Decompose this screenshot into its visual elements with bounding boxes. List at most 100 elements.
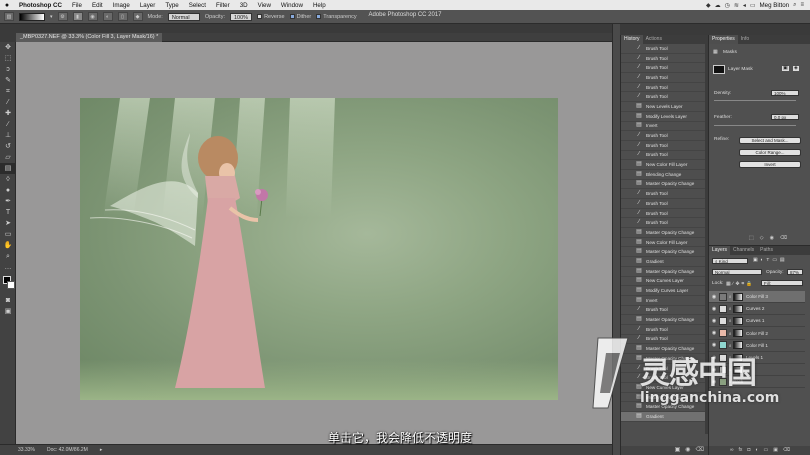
density-input[interactable]: 100%: [771, 90, 799, 96]
pixel-mask-icon[interactable]: ▣: [782, 66, 789, 71]
layer-mask-thumbnail[interactable]: [733, 304, 743, 313]
history-item[interactable]: ∕ Brush Tool: [621, 209, 708, 219]
menu-image[interactable]: Image: [108, 2, 135, 9]
tab-info[interactable]: Info: [738, 35, 752, 44]
history-item[interactable]: ▤ Gradient: [621, 412, 708, 422]
layer-filter-kind[interactable]: ⌕ Kind: [712, 258, 748, 264]
layer-row[interactable]: ◉ 8 Curves 1: [709, 315, 805, 328]
density-slider[interactable]: [714, 100, 796, 101]
tab-history[interactable]: History: [621, 35, 643, 44]
hand-tool-icon[interactable]: ✋: [0, 240, 16, 251]
history-item[interactable]: ▤ Master Opacity Change: [621, 344, 708, 354]
visibility-eye-icon[interactable]: ◉: [709, 367, 719, 373]
menu-help[interactable]: Help: [308, 2, 331, 9]
layer-style-icon[interactable]: fx: [739, 446, 743, 455]
menu-filter[interactable]: Filter: [211, 2, 235, 9]
camera-snapshot-icon[interactable]: ◉: [685, 446, 690, 455]
history-item[interactable]: ∕ Brush Tool: [621, 335, 708, 345]
photo-canvas[interactable]: [80, 98, 558, 400]
mode-select[interactable]: Normal: [167, 12, 200, 21]
layer-row[interactable]: ◉ 8 Color Fill 3: [709, 291, 805, 303]
layer-row[interactable]: ◉ 8: [709, 364, 805, 377]
group-folder-icon[interactable]: ▭: [763, 446, 768, 455]
gradient-settings-icon[interactable]: ⚙: [57, 12, 68, 21]
menu-layer[interactable]: Layer: [135, 2, 160, 9]
layer-thumbnail[interactable]: [719, 316, 727, 325]
history-item[interactable]: ▤ Modify Curves Layer: [621, 286, 708, 296]
menu-view[interactable]: View: [253, 2, 276, 9]
feather-slider[interactable]: [714, 125, 796, 126]
menubar-user[interactable]: Meg Bitton: [760, 2, 790, 9]
document-tab[interactable]: _MBP0327.NEF @ 33.3% (Color Fill 3, Laye…: [16, 33, 163, 42]
crop-tool-icon[interactable]: ⌗: [0, 86, 16, 97]
brush-tool-icon[interactable]: ∕: [0, 119, 16, 130]
history-item[interactable]: ∕ Brush Tool: [621, 189, 708, 199]
history-item[interactable]: ▤ Master Opacity Change: [621, 315, 708, 325]
menu-3d[interactable]: 3D: [235, 2, 253, 9]
status-chevron-icon[interactable]: ▸: [100, 447, 103, 453]
more-tools-icon[interactable]: …: [0, 262, 16, 273]
doc-size[interactable]: Doc: 42.0M/86.2M: [47, 447, 88, 453]
history-item[interactable]: ∕ Brush Tool: [621, 373, 708, 384]
color-swatches-icon[interactable]: [0, 273, 16, 295]
menu-window[interactable]: Window: [276, 2, 308, 9]
layer-row[interactable]: ◉ 8 Curves 2: [709, 303, 805, 316]
menu-type[interactable]: Type: [160, 2, 183, 9]
radial-gradient-icon[interactable]: ◉: [87, 12, 98, 21]
layer-opacity-input[interactable]: 87%: [787, 269, 803, 275]
menu-edit[interactable]: Edit: [87, 2, 108, 9]
marquee-tool-icon[interactable]: ⬚: [0, 53, 16, 64]
layer-row[interactable]: ◉ 8 Levels 1: [709, 352, 805, 364]
tab-paths[interactable]: Paths: [757, 246, 776, 255]
history-item[interactable]: ▤ Modify Levels Layer: [621, 112, 708, 122]
invert-button[interactable]: Invert: [739, 161, 801, 168]
history-item[interactable]: ∕ Brush Tool: [621, 73, 708, 83]
angle-gradient-icon[interactable]: ◐: [102, 12, 113, 21]
load-selection-icon[interactable]: ⬚: [749, 235, 754, 241]
history-item[interactable]: ▤ New Curves Layer: [621, 277, 708, 287]
history-item[interactable]: ▤ Modify Curves Layer: [621, 393, 708, 403]
move-tool-icon[interactable]: ✥: [0, 42, 16, 53]
linear-gradient-icon[interactable]: ▮: [72, 12, 83, 21]
history-item[interactable]: ▤ New Curves Layer: [621, 383, 708, 393]
history-item[interactable]: ∕ Brush Tool: [621, 151, 708, 161]
history-item[interactable]: ∕ Brush Tool: [621, 54, 708, 64]
history-item[interactable]: ▤ Blending Change: [621, 170, 708, 180]
visibility-eye-icon[interactable]: ◉: [709, 355, 719, 361]
layer-mask-thumbnail[interactable]: [733, 353, 743, 362]
select-and-mask-button[interactable]: Select and Mask...: [739, 137, 801, 144]
menu-list-icon[interactable]: ≡: [800, 2, 804, 8]
layer-fill-input[interactable]: Fill:: [761, 280, 803, 286]
layer-thumbnail[interactable]: [719, 341, 727, 350]
history-item[interactable]: ∕ Brush Tool: [621, 199, 708, 209]
history-item[interactable]: ▤ Invert: [621, 296, 708, 306]
apple-icon[interactable]: ●: [0, 2, 14, 9]
quick-mask-icon[interactable]: ◙: [0, 295, 16, 306]
delete-mask-icon[interactable]: ⌫: [780, 235, 787, 241]
history-item[interactable]: ∕ Brush Tool: [621, 218, 708, 229]
link-layers-icon[interactable]: ∞: [730, 446, 734, 455]
history-item[interactable]: ∕ Brush Tool: [621, 63, 708, 74]
dropbox-icon[interactable]: ◆: [706, 2, 711, 9]
layer-row[interactable]: ◉ 8 Back: [709, 376, 805, 389]
history-item[interactable]: ▤ Master Opacity Change: [621, 267, 708, 277]
gradient-swatch[interactable]: [19, 12, 45, 21]
history-item[interactable]: ▤ Master Opacity Change: [621, 247, 708, 258]
new-document-from-state-icon[interactable]: ▣: [675, 446, 681, 455]
visibility-eye-icon[interactable]: ◉: [709, 318, 719, 324]
spotlight-icon[interactable]: ⌕: [793, 2, 796, 9]
screen-mode-icon[interactable]: ▣: [0, 306, 16, 317]
gradient-tool-active-icon[interactable]: ▤: [0, 163, 16, 174]
feather-input[interactable]: 0.0 px: [771, 114, 799, 120]
apply-mask-icon[interactable]: ◇: [760, 235, 764, 241]
delete-layer-icon[interactable]: ⌫: [783, 446, 790, 455]
battery-icon[interactable]: ▭: [750, 2, 756, 9]
type-tool-icon[interactable]: T: [0, 207, 16, 218]
layer-thumbnail[interactable]: [719, 292, 727, 301]
healing-brush-icon[interactable]: ✚: [0, 108, 16, 119]
zoom-level[interactable]: 33.33%: [18, 447, 35, 453]
history-brush-icon[interactable]: ↺: [0, 141, 16, 152]
layer-row[interactable]: ◉ 8 Color Fill 2: [709, 328, 805, 340]
blend-mode-select[interactable]: Normal: [712, 269, 762, 275]
history-item[interactable]: ∕ Brush Tool: [621, 306, 708, 316]
